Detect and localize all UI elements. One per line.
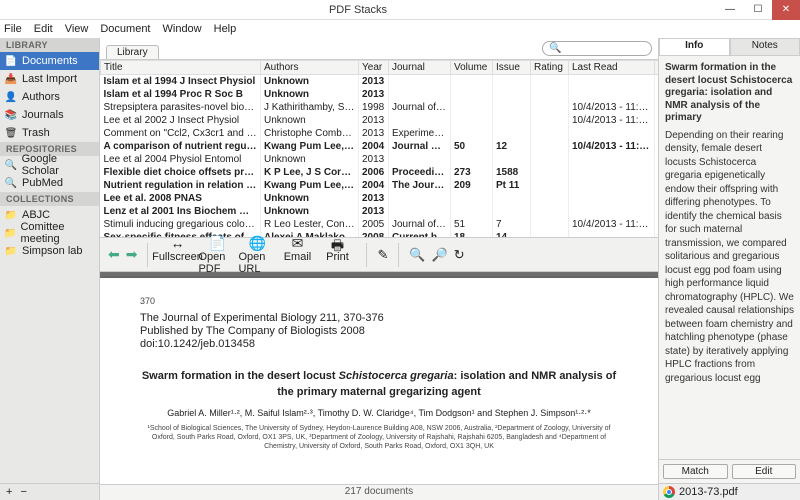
menu-document[interactable]: Document [100,23,150,35]
folder-icon: 📁 [4,244,18,258]
table-row[interactable]: Nutrient regulation in relation to die…K… [101,179,659,192]
pdf-viewer[interactable]: 370 The Journal of Experimental Biology … [100,272,658,484]
column-authors[interactable]: Authors [261,61,359,75]
back-button[interactable]: ⬅ [108,246,120,263]
status-bar: 217 documents [100,484,658,500]
table-row[interactable]: A comparison of nutrient regulation …Kwa… [101,140,659,153]
info-abstract: Depending on their rearing density, fema… [659,129,800,460]
match-button[interactable]: Match [663,464,728,479]
open-pdf-button[interactable]: 📄Open PDF [198,235,236,275]
menu-edit[interactable]: Edit [34,23,53,35]
column-journal[interactable]: Journal [389,61,451,75]
add-button[interactable]: + [6,486,12,498]
folder-icon: 📁 [4,208,18,222]
rotate-button[interactable]: ↻ [454,247,465,263]
folder-icon: 👤 [4,90,18,104]
table-row[interactable]: Lee et al 2004 Physiol EntomolUnknown201… [101,153,659,166]
menu-view[interactable]: View [65,23,89,35]
info-title: Swarm formation in the desert locust Sch… [659,56,800,129]
menu-help[interactable]: Help [214,23,237,35]
open-url-button[interactable]: 🌐Open URL [238,235,276,275]
menu-window[interactable]: Window [163,23,202,35]
edit-button[interactable]: Edit [732,464,797,479]
print-button[interactable]: 🖶Print [318,235,356,275]
table-row[interactable]: Lee et al 2002 J Insect PhysiolUnknown20… [101,114,659,127]
tab-notes[interactable]: Notes [730,38,800,56]
folder-icon: 🔍 [4,176,18,190]
menu-file[interactable]: File [4,23,22,35]
folder-icon: 🗑 [4,126,18,140]
email-button[interactable]: ✉Email [278,235,316,275]
table-row[interactable]: Islam et al 1994 J Insect PhysiolUnknown… [101,75,659,88]
table-row[interactable]: Flexible diet choice offsets protein c…K… [101,166,659,179]
table-row[interactable]: Islam et al 1994 Proc R Soc BUnknown2013 [101,88,659,101]
sidebar-item-google-scholar[interactable]: 🔍Google Scholar [0,156,99,174]
column-year[interactable]: Year [359,61,389,75]
tab-library[interactable]: Library [106,45,159,59]
folder-icon: 📁 [4,226,16,240]
column-volume[interactable]: Volume [451,61,493,75]
sidebar-item-authors[interactable]: 👤Authors [0,88,99,106]
sidebar-item-last-import[interactable]: 📥Last Import [0,70,99,88]
column-title[interactable]: Title [101,61,261,75]
minimize-button[interactable]: — [716,0,744,20]
folder-icon: 📥 [4,72,18,86]
table-row[interactable]: Lenz et al 2001 Ins Biochem Mol BiolUnkn… [101,205,659,218]
table-row[interactable]: Comment on "Ccl2, Cx3cr1 and Ccl2/Cx…Chr… [101,127,659,140]
remove-button[interactable]: − [20,486,26,498]
maximize-button[interactable]: ☐ [744,0,772,20]
search-input[interactable]: 🔍 [542,41,652,56]
chrome-icon [663,486,675,498]
table-row[interactable]: Lee et al. 2008 PNASUnknown2013 [101,192,659,205]
forward-button[interactable]: ➡ [126,246,138,263]
column-issue[interactable]: Issue [493,61,531,75]
pdf-page: 370 The Journal of Experimental Biology … [100,278,658,484]
close-button[interactable]: ✕ [772,0,800,20]
folder-icon: 📄 [4,54,18,68]
sidebar-item-comittee-meeting[interactable]: 📁Comittee meeting [0,224,99,242]
window-title: PDF Stacks [0,4,716,16]
folder-icon: 🔍 [4,158,18,172]
tab-info[interactable]: Info [659,38,730,56]
zoom-in-button[interactable]: 🔍 [409,247,425,263]
fullscreen-button[interactable]: ↔Fullscreen [158,235,196,275]
sidebar-item-journals[interactable]: 📚Journals [0,106,99,124]
sidebar-item-trash[interactable]: 🗑Trash [0,124,99,142]
table-row[interactable]: Stimuli inducing gregarious colouratio…R… [101,218,659,231]
sidebar-header: LIBRARY [0,38,99,52]
table-row[interactable]: Strepsiptera parasites-novel biocontrol…… [101,101,659,114]
zoom-out-button[interactable]: 🔎 [432,247,448,263]
filename-label: 2013-73.pdf [679,486,738,498]
column-last-read[interactable]: Last Read [569,61,655,75]
column-rating[interactable]: Rating [531,61,569,75]
sidebar-item-documents[interactable]: 📄Documents [0,52,99,70]
folder-icon: 📚 [4,108,18,122]
sidebar-header: COLLECTIONS [0,192,99,206]
annotate-button[interactable]: ✎ [377,247,388,263]
